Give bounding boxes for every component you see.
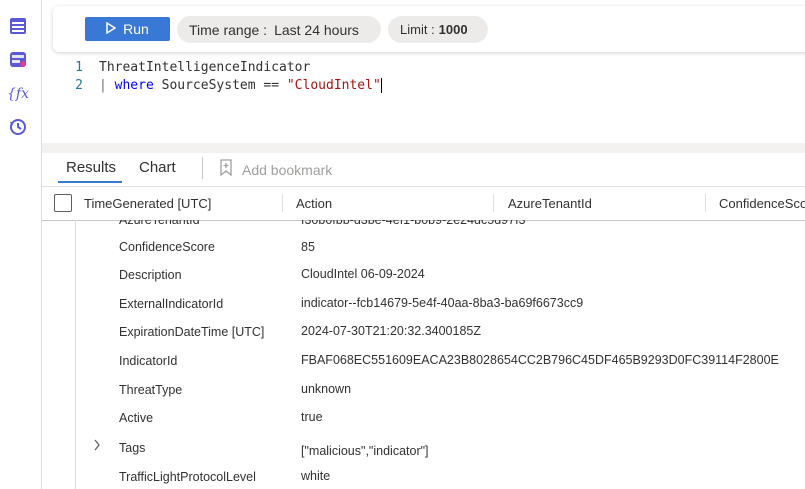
keyword: where [114,78,154,93]
select-all-checkbox[interactable] [54,194,72,212]
history-icon[interactable] [7,116,29,138]
limit-label: Limit : [400,22,435,37]
field-name: SourceSystem [161,78,256,93]
record-details: AzureTenantId f30b0fbb-d3be-4ef1-b0b9-2e… [42,220,805,489]
time-range-label: Time range : [189,21,268,38]
column-resizer[interactable] [705,194,706,212]
line-number: 2 [75,78,83,93]
column-header-timegenerated[interactable]: TimeGenerated [UTC] [84,196,211,211]
detail-value[interactable]: 85 [301,240,315,254]
query-toolbar: Run Time range : Last 24 hours Limit : 1… [53,6,805,52]
detail-value[interactable]: unknown [301,382,351,396]
pipe-operator: | [99,78,107,93]
detail-row: ConfidenceScore 85 [42,233,805,261]
detail-value[interactable]: 2024-07-30T21:20:32.3400185Z [301,324,481,338]
limit-picker[interactable]: Limit : 1000 [388,16,488,43]
operator: == [263,78,280,93]
results-tabs: Results Chart Add bookmark [42,153,805,185]
text-cursor [380,78,382,93]
detail-key: Tags [119,441,146,455]
detail-row: Description CloudIntel 06-09-2024 [42,261,805,289]
tab-results[interactable]: Results [66,159,116,176]
detail-key: ThreatType [119,383,183,397]
editor-splitter[interactable] [42,143,805,153]
add-bookmark-button[interactable]: Add bookmark [218,159,332,180]
run-label: Run [123,21,149,37]
detail-value[interactable]: white [301,469,330,483]
detail-value[interactable]: f30b0fbb-d3be-4ef1-b0b9-2e24dc5d97f3 [301,220,526,227]
detail-key: ConfidenceScore [119,240,215,254]
editor-line: 1 ThreatIntelligenceIndicator [42,59,805,77]
detail-row: ThreatType unknown [42,375,805,403]
active-tab-indicator [58,181,122,183]
detail-value[interactable]: CloudIntel 06-09-2024 [301,267,425,281]
svg-text:{fx}: {fx} [7,86,29,102]
detail-key: Active [119,411,154,425]
column-resizer[interactable] [282,194,283,212]
chevron-right-icon[interactable] [93,439,101,454]
tab-divider [202,157,203,179]
detail-value[interactable]: FBAF068EC551609EACA23B8028654CC2B796C45D… [301,353,779,367]
limit-value: 1000 [438,22,468,37]
detail-key: Description [119,268,182,282]
column-header-azuretenantid[interactable]: AzureTenantId [508,196,592,211]
detail-row: Active true [42,404,805,432]
detail-row: ExternalIndicatorId indicator--fcb14679-… [42,290,805,318]
detail-key: TrafficLightProtocolLevel [119,470,256,484]
detail-row: IndicatorId FBAF068EC551609EACA23B802865… [42,347,805,375]
string-literal: "CloudIntel" [286,78,381,93]
detail-key: ExternalIndicatorId [119,297,224,311]
table-icon[interactable] [7,15,29,37]
query-editor[interactable]: 1 ThreatIntelligenceIndicator 2 | where … [42,58,805,142]
database-icon[interactable] [7,48,29,70]
bookmark-icon [218,159,234,180]
run-button[interactable]: Run [85,17,170,41]
grid-header: TimeGenerated [UTC] Action AzureTenantId… [42,186,805,221]
detail-value[interactable]: true [301,410,323,424]
line-number: 1 [75,60,83,75]
tab-chart[interactable]: Chart [139,159,176,176]
detail-key: ExpirationDateTime [UTC] [119,325,265,339]
play-icon [106,21,117,37]
detail-key: IndicatorId [119,354,178,368]
time-range-value: Last 24 hours [274,21,359,38]
detail-row: Tags ["malicious","indicator"] [42,433,805,461]
code-text: ThreatIntelligenceIndicator [99,60,311,75]
detail-value[interactable]: indicator--fcb14679-5e4f-40aa-8ba3-ba69f… [301,296,583,310]
code-text: | where SourceSystem == "CloudIntel" [99,77,382,95]
detail-key: AzureTenantId [119,220,200,227]
bookmark-label: Add bookmark [242,161,333,178]
left-rail: {fx} [0,0,42,489]
detail-row: TrafficLightProtocolLevel white [42,463,805,489]
detail-value[interactable]: ["malicious","indicator"] [301,444,429,458]
column-header-action[interactable]: Action [296,196,332,211]
function-icon[interactable]: {fx} [7,82,29,104]
column-header-confidencescore[interactable]: ConfidenceScore [719,196,805,211]
time-range-picker[interactable]: Time range : Last 24 hours [177,16,381,43]
detail-row: ExpirationDateTime [UTC] 2024-07-30T21:2… [42,318,805,346]
column-resizer[interactable] [493,194,494,212]
editor-line: 2 | where SourceSystem == "CloudIntel" [42,77,805,95]
